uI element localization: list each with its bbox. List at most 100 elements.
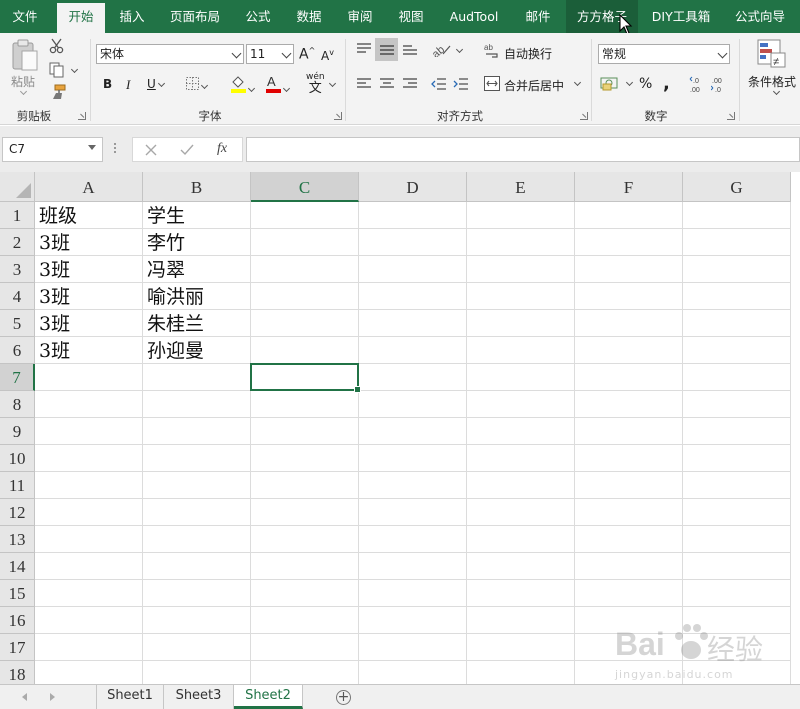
cell[interactable] xyxy=(359,580,467,607)
bold-button[interactable]: B xyxy=(103,77,112,91)
cell[interactable] xyxy=(575,580,683,607)
sheet-tab-sheet2[interactable]: Sheet2 xyxy=(234,685,303,709)
cell[interactable] xyxy=(467,364,575,391)
number-launcher-icon[interactable] xyxy=(727,112,735,120)
cancel-icon[interactable] xyxy=(145,144,157,156)
column-header[interactable]: G xyxy=(683,172,791,202)
cell[interactable] xyxy=(575,553,683,580)
cell[interactable] xyxy=(251,310,359,337)
cell[interactable] xyxy=(359,337,467,364)
cell[interactable] xyxy=(251,526,359,553)
cut-icon[interactable] xyxy=(49,38,65,54)
cell[interactable] xyxy=(251,553,359,580)
cell[interactable] xyxy=(467,607,575,634)
font-name-combo[interactable]: 宋体 xyxy=(96,44,244,64)
row-header[interactable]: 6 xyxy=(0,337,35,364)
cell[interactable] xyxy=(251,580,359,607)
cell[interactable] xyxy=(683,229,791,256)
cell[interactable]: 喻洪丽 xyxy=(143,283,251,310)
shrink-font-button[interactable]: Av xyxy=(321,48,334,63)
align-bottom-icon[interactable] xyxy=(402,42,418,56)
cell[interactable]: 李竹 xyxy=(143,229,251,256)
cell[interactable] xyxy=(683,256,791,283)
row-header[interactable]: 2 xyxy=(0,229,35,256)
merge-dropdown-icon[interactable] xyxy=(573,78,582,87)
tab-file[interactable]: 文件 xyxy=(0,0,50,33)
underline-button[interactable]: U xyxy=(147,77,165,91)
cell[interactable] xyxy=(683,310,791,337)
cell[interactable] xyxy=(143,499,251,526)
cell[interactable] xyxy=(575,364,683,391)
increase-decimal-icon[interactable]: .0.00 xyxy=(689,75,707,93)
cell[interactable] xyxy=(575,310,683,337)
row-header[interactable]: 7 xyxy=(0,364,35,391)
cell[interactable] xyxy=(683,337,791,364)
cell[interactable] xyxy=(35,553,143,580)
align-top-icon[interactable] xyxy=(356,42,372,56)
decrease-decimal-icon[interactable]: .00.0 xyxy=(711,75,729,93)
cell[interactable] xyxy=(467,337,575,364)
tab-review[interactable]: 审阅 xyxy=(338,0,382,33)
cell[interactable] xyxy=(359,526,467,553)
cell[interactable]: 朱桂兰 xyxy=(143,310,251,337)
tab-audtool[interactable]: AudTool xyxy=(440,0,508,33)
cell[interactable] xyxy=(35,391,143,418)
cell[interactable] xyxy=(251,472,359,499)
cell[interactable] xyxy=(251,499,359,526)
font-color-button[interactable]: A xyxy=(265,74,291,96)
copy-dropdown-icon[interactable] xyxy=(70,65,79,74)
cell[interactable] xyxy=(683,580,791,607)
cell[interactable] xyxy=(575,661,683,684)
row-header[interactable]: 15 xyxy=(0,580,35,607)
cell[interactable] xyxy=(467,580,575,607)
border-button[interactable] xyxy=(186,77,209,93)
cell[interactable] xyxy=(359,661,467,684)
tab-data[interactable]: 数据 xyxy=(287,0,331,33)
row-header[interactable]: 16 xyxy=(0,607,35,634)
cell[interactable] xyxy=(467,391,575,418)
row-header[interactable]: 5 xyxy=(0,310,35,337)
name-box[interactable]: C7 xyxy=(2,137,103,162)
cell[interactable] xyxy=(143,634,251,661)
cell[interactable] xyxy=(35,499,143,526)
cell[interactable]: 班级 xyxy=(35,202,143,229)
formula-input[interactable] xyxy=(246,137,800,162)
cell[interactable] xyxy=(575,283,683,310)
cell[interactable] xyxy=(467,499,575,526)
cell[interactable] xyxy=(251,391,359,418)
cell[interactable] xyxy=(683,418,791,445)
cell[interactable] xyxy=(575,499,683,526)
fill-color-button[interactable] xyxy=(230,75,256,96)
cell[interactable] xyxy=(251,445,359,472)
tab-diy-toolbox[interactable]: DIY工具箱 xyxy=(645,0,717,33)
cell[interactable]: 3班 xyxy=(35,256,143,283)
cell[interactable] xyxy=(575,202,683,229)
formula-bar-grip[interactable] xyxy=(114,143,117,156)
cell[interactable] xyxy=(359,634,467,661)
row-header[interactable]: 3 xyxy=(0,256,35,283)
tab-view[interactable]: 视图 xyxy=(389,0,433,33)
cell[interactable] xyxy=(683,472,791,499)
cell[interactable] xyxy=(143,526,251,553)
currency-icon[interactable] xyxy=(600,75,620,91)
column-header[interactable]: D xyxy=(359,172,467,202)
tab-formulas[interactable]: 公式 xyxy=(236,0,280,33)
row-header[interactable]: 11 xyxy=(0,472,35,499)
cell[interactable] xyxy=(575,256,683,283)
confirm-icon[interactable] xyxy=(180,144,194,156)
column-header[interactable]: A xyxy=(35,172,143,202)
cell[interactable] xyxy=(251,607,359,634)
cell[interactable] xyxy=(683,391,791,418)
cell[interactable] xyxy=(359,445,467,472)
cell[interactable] xyxy=(575,445,683,472)
cell[interactable] xyxy=(143,472,251,499)
clipboard-launcher-icon[interactable] xyxy=(78,112,86,120)
cell[interactable] xyxy=(683,364,791,391)
cell[interactable] xyxy=(359,418,467,445)
cell[interactable] xyxy=(143,445,251,472)
select-all-button[interactable] xyxy=(0,172,35,202)
row-header[interactable]: 14 xyxy=(0,553,35,580)
cell[interactable] xyxy=(467,418,575,445)
grow-font-button[interactable]: A^ xyxy=(299,46,315,63)
increase-indent-icon[interactable] xyxy=(453,77,469,91)
